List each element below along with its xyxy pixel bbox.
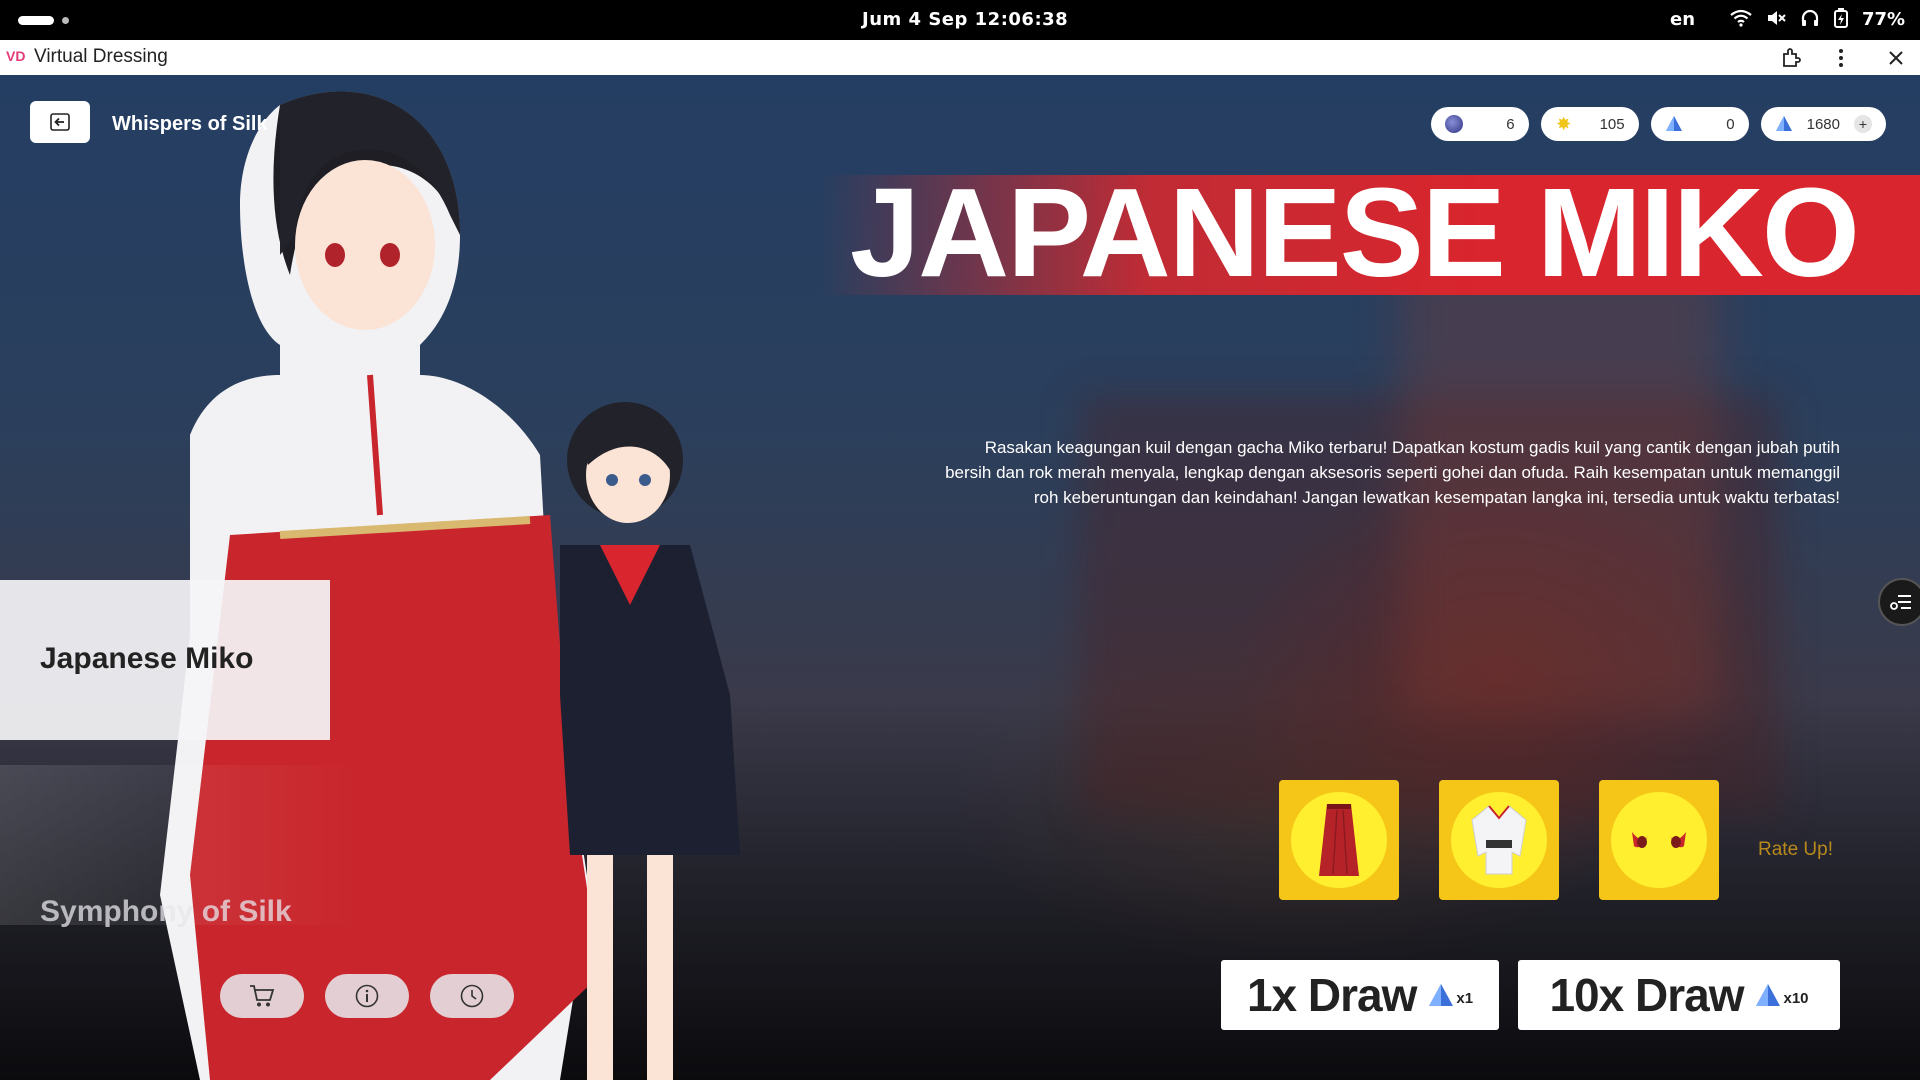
draw-cost-value: x1 xyxy=(1456,990,1474,1007)
history-icon xyxy=(460,984,484,1008)
mute-icon xyxy=(1768,11,1786,25)
status-battery: 77% xyxy=(1862,9,1906,30)
item-background xyxy=(1611,792,1707,888)
add-currency-button[interactable]: + xyxy=(1854,115,1872,133)
currency-crystal[interactable]: 0 xyxy=(1650,107,1749,141)
draw-label: 10x Draw xyxy=(1549,969,1744,1021)
gacha-scene: Whispers of Silk 6 ✸ 105 0 1680 + JAPANE… xyxy=(0,75,1920,1080)
draw-cost: x10 xyxy=(1755,983,1809,1007)
crystal-icon xyxy=(1429,984,1454,1006)
rate-up-label: Rate Up! xyxy=(1758,839,1833,860)
red-hakama-item[interactable] xyxy=(1279,780,1399,900)
tab-label: Japanese Miko xyxy=(40,642,254,675)
back-button[interactable] xyxy=(30,101,90,143)
shop-button[interactable] xyxy=(220,974,304,1018)
face-accessory-item[interactable] xyxy=(1599,780,1719,900)
red-eyes-icon xyxy=(1632,832,1686,848)
crystal-icon xyxy=(1775,116,1792,131)
character-illustration xyxy=(160,91,740,1080)
currency-value: 1680 xyxy=(1806,115,1840,133)
battery-charging-icon xyxy=(1834,8,1848,28)
tab-symphony-of-silk[interactable]: Symphony of Silk xyxy=(0,765,360,928)
side-panel-toggle[interactable] xyxy=(1878,578,1920,626)
tab-label: Symphony of Silk xyxy=(40,895,292,928)
status-dot xyxy=(62,17,69,24)
info-icon xyxy=(355,984,379,1008)
tab-japanese-miko[interactable]: Japanese Miko xyxy=(0,580,330,740)
arrow-left-icon xyxy=(50,113,70,131)
app-logo-icon: VD xyxy=(6,48,26,64)
status-icons xyxy=(1730,8,1848,28)
item-background xyxy=(1451,792,1547,888)
status-pill xyxy=(18,16,54,25)
status-clock: Jum 4 Sep 12:06:38 xyxy=(862,9,1069,30)
cart-icon xyxy=(250,985,275,1007)
banner-title: JAPANESE MIKO xyxy=(850,162,1860,303)
draw-cost: x1 xyxy=(1428,983,1473,1007)
currency-premium-crystal[interactable]: 1680 + xyxy=(1760,107,1886,141)
page-title: Whispers of Silk xyxy=(112,113,268,135)
hakama-skirt-icon xyxy=(1319,804,1359,876)
app-title: Virtual Dressing xyxy=(34,46,168,67)
white-kimono-item[interactable] xyxy=(1439,780,1559,900)
draw-cost-value: x10 xyxy=(1783,990,1809,1007)
currency-gem[interactable]: 6 xyxy=(1430,107,1529,141)
draw-label: 1x Draw xyxy=(1246,969,1417,1021)
history-button[interactable] xyxy=(430,974,514,1018)
crystal-icon xyxy=(1756,984,1781,1006)
extension-icon[interactable] xyxy=(1778,45,1804,71)
currency-value: 105 xyxy=(1599,115,1625,133)
status-language: en xyxy=(1670,9,1696,30)
headset-icon xyxy=(1801,9,1819,26)
app-titlebar: VD Virtual Dressing xyxy=(0,40,1920,76)
currency-value: 0 xyxy=(1726,115,1735,133)
wifi-icon xyxy=(1730,9,1752,27)
currency-bar: 6 ✸ 105 0 1680 + xyxy=(1430,107,1886,141)
banner-description: Rasakan keagungan kuil dengan gacha Miko… xyxy=(945,438,1840,507)
system-status-bar: Jum 4 Sep 12:06:38 en 77% xyxy=(0,0,1920,40)
crystal-icon xyxy=(1665,116,1682,131)
draw-10x-button[interactable]: 10x Draw x10 xyxy=(1518,960,1840,1030)
list-settings-icon xyxy=(1890,595,1911,610)
star-icon: ✸ xyxy=(1556,114,1572,134)
close-icon[interactable] xyxy=(1883,45,1909,71)
more-menu-icon[interactable] xyxy=(1828,45,1854,71)
gem-icon xyxy=(1444,115,1463,133)
currency-star[interactable]: ✸ 105 xyxy=(1540,107,1639,141)
info-button[interactable] xyxy=(325,974,409,1018)
draw-1x-button[interactable]: 1x Draw x1 xyxy=(1221,960,1499,1030)
kimono-top-icon xyxy=(1471,805,1527,875)
currency-value: 6 xyxy=(1506,115,1515,133)
item-background xyxy=(1291,792,1387,888)
